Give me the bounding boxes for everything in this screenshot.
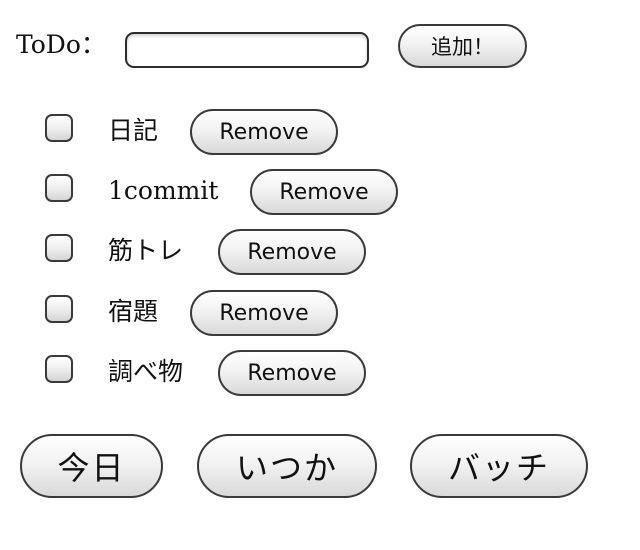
- todo-label: ToDo：: [16, 30, 106, 59]
- item-label: 宿題: [108, 297, 159, 326]
- item-checkbox[interactable]: [45, 174, 73, 202]
- item-checkbox[interactable]: [45, 295, 73, 323]
- remove-button[interactable]: Remove: [190, 290, 338, 336]
- remove-button[interactable]: Remove: [250, 169, 398, 215]
- item-checkbox[interactable]: [45, 114, 73, 142]
- item-label: 調べ物: [108, 357, 184, 386]
- someday-button[interactable]: いつか: [197, 434, 377, 498]
- item-checkbox[interactable]: [45, 355, 73, 383]
- remove-button[interactable]: Remove: [218, 350, 366, 396]
- item-label: 日記: [108, 116, 159, 145]
- item-label: 筋トレ: [108, 236, 184, 265]
- batch-button[interactable]: バッチ: [410, 434, 588, 498]
- item-checkbox[interactable]: [45, 234, 73, 262]
- remove-button[interactable]: Remove: [190, 109, 338, 155]
- remove-button[interactable]: Remove: [218, 229, 366, 275]
- today-button[interactable]: 今日: [20, 434, 163, 498]
- item-label: 1commit: [108, 176, 219, 205]
- todo-input[interactable]: [125, 32, 369, 68]
- add-button[interactable]: 追加！: [398, 24, 527, 68]
